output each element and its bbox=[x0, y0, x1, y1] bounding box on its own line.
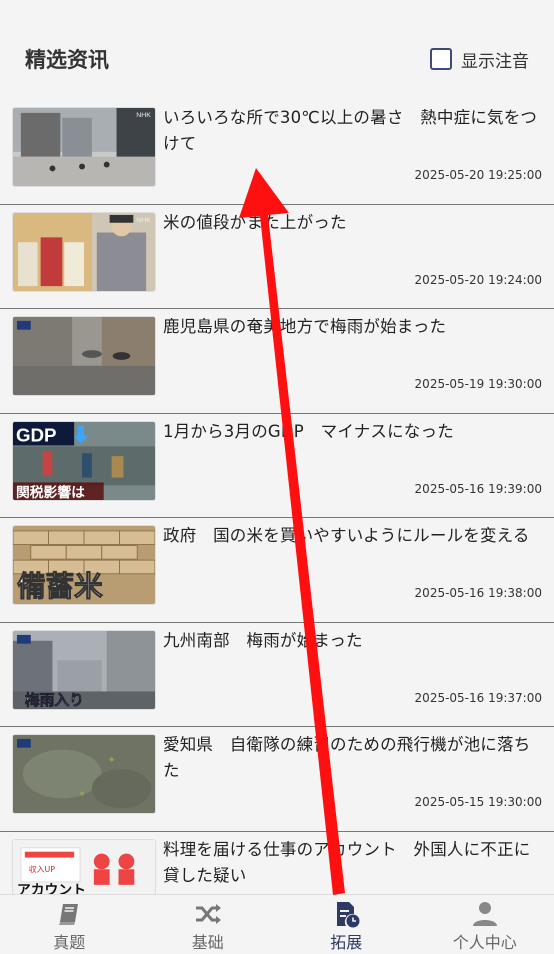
news-title: 鹿児島県の奄美地方で梅雨が始まった bbox=[163, 317, 447, 336]
news-title: 1月から3月のGDP マイナスになった bbox=[163, 421, 454, 441]
news-title: 愛知県 自衛隊の練習のための飛行機が池に落ちた bbox=[163, 735, 531, 780]
news-date: 2025-05-19 19:30:00 bbox=[414, 377, 542, 391]
thumbnail-caption: 関税影響は bbox=[16, 484, 85, 500]
news-thumbnail: 梅雨入り bbox=[12, 629, 156, 710]
furigana-checkbox[interactable] bbox=[430, 48, 452, 70]
news-item[interactable]: NHK 米の値段がまた上がった 2025-05-20 19:24:00 bbox=[0, 205, 554, 309]
news-list: NHK いろいろな所で30℃以上の暑さ 熱中症に気をつけて 2025-05-20… bbox=[0, 100, 554, 936]
thumbnail-badge: 収入UP bbox=[29, 864, 56, 874]
thumbnail-caption: 梅雨入り bbox=[25, 691, 84, 709]
shuffle-icon bbox=[195, 904, 221, 924]
news-title: 料理を届ける仕事のアカウント 外国人に不正に貸した疑い bbox=[163, 839, 531, 885]
news-date: 2025-05-16 19:38:00 bbox=[414, 586, 542, 600]
news-item[interactable]: 梅雨入り 九州南部 梅雨が始まった 2025-05-16 19:37:00 bbox=[0, 623, 554, 727]
tab-basics[interactable]: 基础 bbox=[139, 895, 278, 954]
news-thumbnail bbox=[12, 316, 156, 396]
news-item[interactable]: NHK いろいろな所で30℃以上の暑さ 熱中症に気をつけて 2025-05-20… bbox=[0, 100, 554, 205]
document-clock-icon bbox=[337, 902, 360, 928]
book-icon bbox=[59, 904, 79, 925]
news-thumbnail: GDP 関税影響は bbox=[12, 420, 156, 501]
news-date: 2025-05-20 19:25:00 bbox=[414, 168, 542, 182]
news-thumbnail: 備蓄米 bbox=[12, 525, 156, 605]
bottom-tab-bar: 真题 基础 拓展 个人中心 bbox=[0, 894, 554, 954]
tab-extension[interactable]: 拓展 bbox=[277, 895, 416, 954]
tab-label: 个人中心 bbox=[452, 933, 517, 952]
news-title: 政府 国の米を買いやすいようにルールを変える bbox=[163, 526, 530, 545]
news-item[interactable]: 愛知県 自衛隊の練習のための飛行機が池に落ちた 2025-05-15 19:30… bbox=[0, 727, 554, 832]
news-item[interactable]: 備蓄米 政府 国の米を買いやすいようにルールを変える 2025-05-16 19… bbox=[0, 518, 554, 623]
tab-profile[interactable]: 个人中心 bbox=[416, 895, 554, 954]
tab-exam[interactable]: 真题 bbox=[0, 895, 139, 954]
news-title: 米の値段がまた上がった bbox=[163, 212, 347, 232]
news-thumbnail bbox=[12, 734, 156, 814]
tab-label: 真题 bbox=[53, 933, 86, 952]
person-icon bbox=[472, 902, 497, 926]
tab-label: 拓展 bbox=[330, 933, 363, 952]
news-date: 2025-05-20 19:24:00 bbox=[414, 272, 542, 287]
page-title: 精选资讯 bbox=[25, 48, 109, 72]
svg-text:NHK: NHK bbox=[136, 216, 151, 223]
thumbnail-caption: 備蓄米 bbox=[17, 569, 103, 603]
news-title: 九州南部 梅雨が始まった bbox=[163, 630, 363, 650]
news-item[interactable]: GDP 関税影響は 1月から3月のGDP マイナスになった 2025-05-16… bbox=[0, 414, 554, 518]
news-date: 2025-05-16 19:37:00 bbox=[414, 690, 542, 705]
news-thumbnail: NHK bbox=[12, 107, 156, 187]
news-date: 2025-05-15 19:30:00 bbox=[414, 795, 542, 809]
news-title: いろいろな所で30℃以上の暑さ 熱中症に気をつけて bbox=[163, 108, 538, 153]
news-thumbnail: NHK bbox=[12, 211, 156, 292]
furigana-toggle[interactable]: 显示注音 bbox=[430, 46, 529, 72]
tab-label: 基础 bbox=[191, 933, 224, 952]
news-item[interactable]: 鹿児島県の奄美地方で梅雨が始まった 2025-05-19 19:30:00 bbox=[0, 309, 554, 414]
news-date: 2025-05-16 19:39:00 bbox=[414, 481, 542, 496]
svg-text:NHK: NHK bbox=[136, 112, 151, 119]
thumbnail-badge: GDP bbox=[16, 424, 57, 445]
furigana-toggle-label: 显示注音 bbox=[461, 51, 529, 72]
header: 精选资讯 显示注音 bbox=[0, 0, 554, 100]
